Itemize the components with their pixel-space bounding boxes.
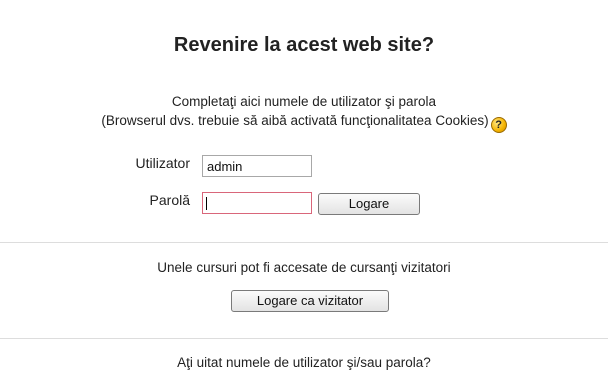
username-label: Utilizator	[135, 155, 190, 171]
login-panel: Revenire la acest web site? Completaţi a…	[0, 0, 608, 376]
cookies-note: (Browserul dvs. trebuie să aibă activată…	[101, 113, 489, 128]
password-label: Parolă	[149, 192, 190, 208]
divider	[0, 242, 608, 243]
username-input[interactable]	[202, 155, 312, 177]
password-input[interactable]	[202, 192, 312, 214]
help-icon[interactable]: ?	[490, 117, 507, 133]
divider	[0, 338, 608, 339]
guest-access-text: Unele cursuri pot fi accesate de cursanţ…	[157, 260, 451, 275]
instructions-line-2: (Browserul dvs. trebuie să aibă activată…	[0, 113, 608, 133]
forgot-credentials-text: Aţi uitat numele de utilizator şi/sau pa…	[177, 355, 431, 370]
instructions-line-1: Completaţi aici numele de utilizator şi …	[171, 94, 437, 109]
text-caret	[206, 197, 207, 210]
guest-login-button[interactable]: Logare ca vizitator	[231, 290, 389, 312]
page-title: Revenire la acest web site?	[173, 34, 435, 56]
login-button[interactable]: Logare	[318, 193, 420, 215]
